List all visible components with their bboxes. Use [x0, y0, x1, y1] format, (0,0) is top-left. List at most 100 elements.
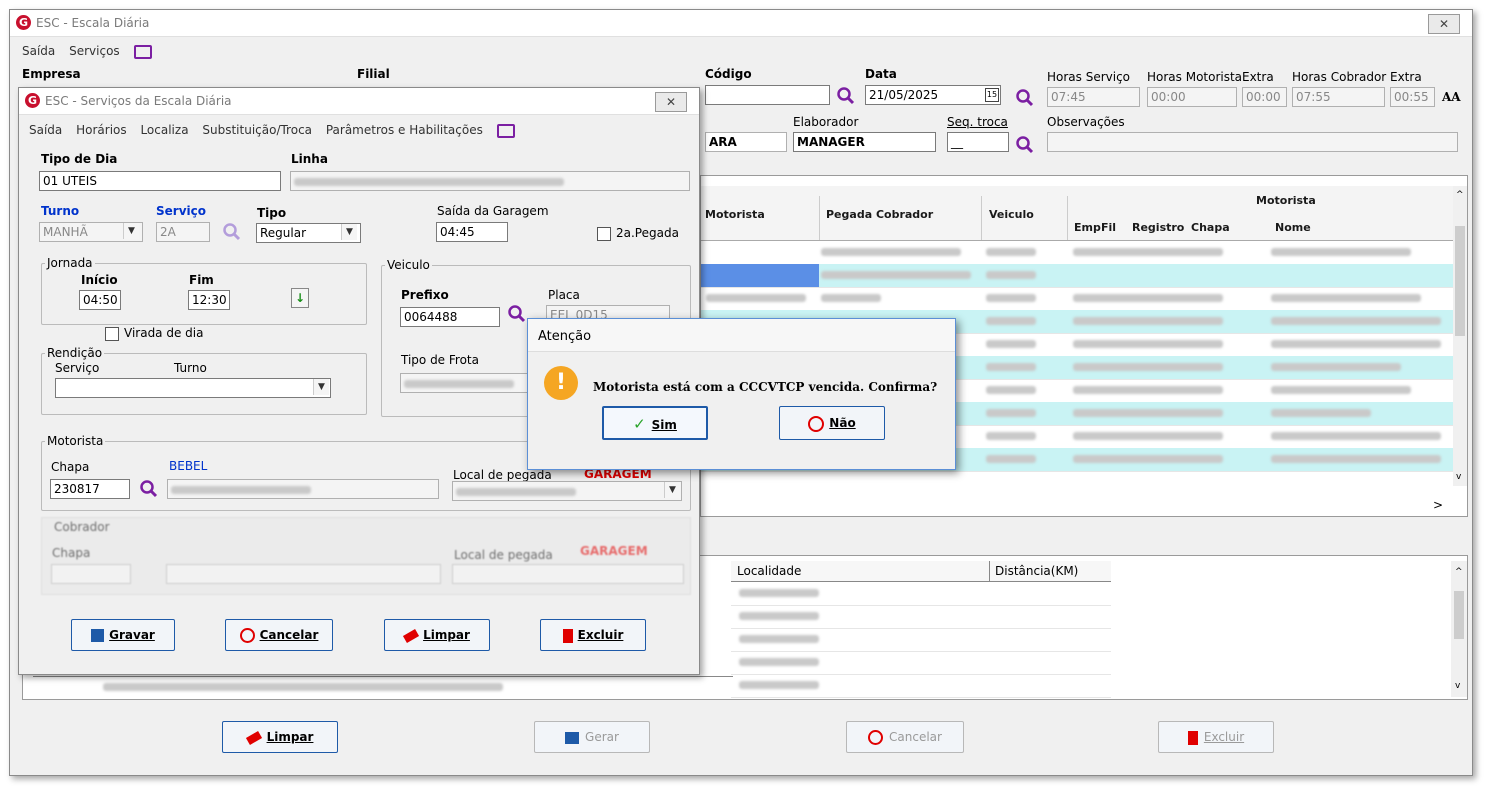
servico-search-icon[interactable]	[222, 222, 242, 242]
grid-col-pegada-cobrador[interactable]: Pegada Cobrador	[826, 208, 933, 221]
linha-field	[290, 171, 690, 191]
monitor-icon[interactable]	[496, 123, 515, 138]
bottom-vertical-scrollbar[interactable]: ^ v	[1451, 561, 1467, 697]
servico-field[interactable]: 2A	[156, 222, 210, 242]
chapa-search-icon[interactable]	[139, 479, 159, 499]
menu-localiza[interactable]: Localiza	[140, 123, 188, 137]
grid-col-veiculo[interactable]: Veiculo	[989, 208, 1034, 221]
font-size-toggle-icon[interactable]: AA	[1442, 90, 1461, 104]
warning-icon: !	[544, 366, 578, 400]
codigo-search-icon[interactable]	[836, 86, 856, 106]
menu-servicos[interactable]: Serviços	[69, 44, 120, 58]
col-distancia[interactable]: Distância(KM)	[995, 564, 1078, 578]
chapa-field[interactable]: 230817	[50, 479, 130, 499]
rend-turno-label: Turno	[174, 361, 207, 375]
grid-header: Motorista Pegada Cobrador Veiculo Motori…	[701, 186, 1453, 241]
table-row[interactable]	[701, 287, 1453, 311]
services-close-button[interactable]: ✕	[655, 92, 687, 112]
tipo-frota-label: Tipo de Frota	[401, 353, 479, 367]
tipo-dia-label: Tipo de Dia	[41, 152, 118, 166]
main-close-button[interactable]: ✕	[1428, 14, 1460, 34]
filial-label: Filial	[357, 67, 390, 81]
prefixo-field[interactable]: 0064488	[400, 307, 500, 327]
dialog-yes-button[interactable]: ✓ Sim	[602, 406, 708, 440]
chevron-down-icon[interactable]: ▼	[664, 482, 680, 498]
menu-saida[interactable]: Saída	[29, 123, 62, 137]
fim-field[interactable]: 12:30	[188, 290, 230, 310]
data-label: Data	[865, 67, 897, 81]
grid-sub-chapa[interactable]: Chapa	[1191, 221, 1230, 234]
table-row[interactable]	[731, 674, 1111, 698]
scroll-up-icon[interactable]: ^	[1456, 190, 1464, 200]
table-row[interactable]	[701, 241, 1453, 265]
scroll-down-icon[interactable]: v	[1456, 472, 1461, 482]
grid-sub-fil[interactable]: Fil	[1101, 221, 1116, 234]
menu-saida[interactable]: Saída	[22, 44, 55, 58]
data-search-icon[interactable]	[1015, 88, 1035, 108]
grid-sub-registro[interactable]: Registro	[1132, 221, 1184, 234]
scroll-thumb[interactable]	[1454, 591, 1464, 639]
excluir-button[interactable]: Excluir	[540, 619, 646, 651]
col-divider	[989, 561, 990, 581]
calendar-icon[interactable]: 15	[985, 88, 999, 102]
arrow-down-icon[interactable]: ↓	[291, 288, 309, 308]
scroll-right-icon[interactable]: >	[1433, 498, 1443, 512]
local-pegada-select[interactable]	[452, 481, 682, 501]
scroll-thumb[interactable]	[1455, 226, 1465, 336]
saida-garagem-label: Saída da Garagem	[437, 204, 549, 218]
horas-cobrador-label: Horas Cobrador	[1292, 70, 1387, 84]
rendicao-select[interactable]	[55, 378, 331, 398]
extra2-field: 00:55	[1390, 87, 1435, 107]
left-row-fragment[interactable]	[33, 676, 733, 697]
check-icon: ✓	[633, 415, 646, 433]
monitor-icon[interactable]	[133, 44, 152, 59]
grid-vertical-scrollbar[interactable]: ^ v	[1453, 186, 1467, 486]
limpar-button[interactable]: Limpar	[384, 619, 490, 651]
main-excluir-button[interactable]: Excluir	[1158, 721, 1274, 753]
chevron-down-icon[interactable]: ▼	[313, 379, 329, 395]
seq-troca-search-icon[interactable]	[1015, 135, 1035, 155]
veiculo-label: Veiculo	[385, 258, 432, 272]
tipo-frota-field	[400, 373, 530, 393]
scroll-down-icon[interactable]: v	[1455, 681, 1460, 691]
selected-cell[interactable]	[701, 264, 819, 287]
table-row[interactable]	[701, 264, 1453, 288]
segunda-pegada-label: 2a.Pegada	[616, 226, 679, 240]
tipo-dia-field[interactable]: 01 UTEIS	[39, 171, 281, 191]
inicio-field[interactable]: 04:50	[79, 290, 121, 310]
app-logo-icon: G	[25, 93, 40, 108]
table-row[interactable]	[731, 582, 1111, 606]
scroll-up-icon[interactable]: ^	[1455, 567, 1463, 577]
menu-parametros[interactable]: Parâmetros e Habilitações	[326, 123, 483, 137]
seq-troca-input[interactable]: __	[947, 132, 1009, 152]
dialog-message: Motorista está com a CCCVTCP vencida. Co…	[593, 380, 938, 394]
data-input[interactable]: 21/05/2025	[865, 85, 1001, 105]
cancel-icon	[808, 415, 825, 432]
main-cancelar-button[interactable]: Cancelar	[846, 721, 964, 753]
saida-garagem-field[interactable]: 04:45	[436, 222, 508, 242]
table-row[interactable]	[731, 628, 1111, 652]
grid-col-motorista[interactable]: Motorista	[705, 208, 765, 221]
bottom-grid-header: Localidade Distância(KM)	[731, 561, 1111, 582]
segunda-pegada-checkbox[interactable]	[597, 227, 611, 241]
menu-horarios[interactable]: Horários	[76, 123, 127, 137]
table-row[interactable]	[731, 651, 1111, 675]
col-localidade[interactable]: Localidade	[737, 564, 801, 578]
main-gerar-button[interactable]: Gerar	[534, 721, 650, 753]
chevron-down-icon[interactable]: ▼	[341, 224, 357, 240]
app-logo-icon: G	[16, 15, 31, 30]
codigo-input[interactable]	[705, 85, 830, 105]
grid-sub-emp[interactable]: Emp	[1074, 221, 1101, 234]
dialog-no-button[interactable]: Não	[779, 406, 885, 440]
menu-substituicao[interactable]: Substituição/Troca	[202, 123, 312, 137]
extra1-label: Extra	[1242, 70, 1274, 84]
virada-dia-checkbox[interactable]	[105, 327, 119, 341]
rendicao-label: Rendição	[45, 346, 105, 360]
table-row[interactable]	[731, 605, 1111, 629]
gravar-button[interactable]: Gravar	[71, 619, 175, 651]
prefixo-search-icon[interactable]	[507, 304, 527, 324]
main-limpar-button[interactable]: Limpar	[222, 721, 338, 753]
grid-sub-nome[interactable]: Nome	[1275, 221, 1311, 234]
cancelar-button[interactable]: Cancelar	[225, 619, 333, 651]
chevron-down-icon[interactable]: ▼	[123, 223, 139, 239]
